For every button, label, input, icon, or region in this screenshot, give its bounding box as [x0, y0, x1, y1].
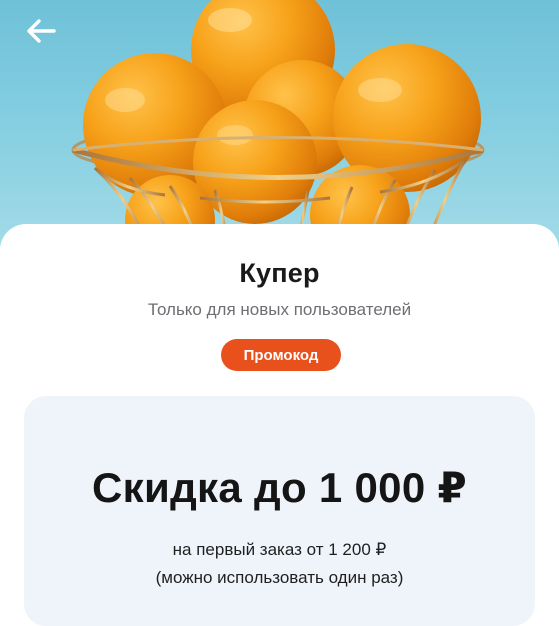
oranges-basket-illustration: [71, 0, 485, 250]
offer-title: Скидка до 1 000 ₽: [92, 464, 467, 511]
offer-condition: на первый заказ от 1 200 ₽: [172, 540, 387, 559]
store-name: Купер: [239, 258, 320, 288]
offer-note: (можно использовать один раз): [155, 568, 404, 587]
hero-image: [0, 0, 559, 250]
back-button[interactable]: [26, 18, 66, 54]
audience-text: Только для новых пользователей: [147, 300, 412, 319]
promocode-badge: Промокод: [221, 339, 341, 371]
arrow-left-icon: [27, 19, 56, 43]
